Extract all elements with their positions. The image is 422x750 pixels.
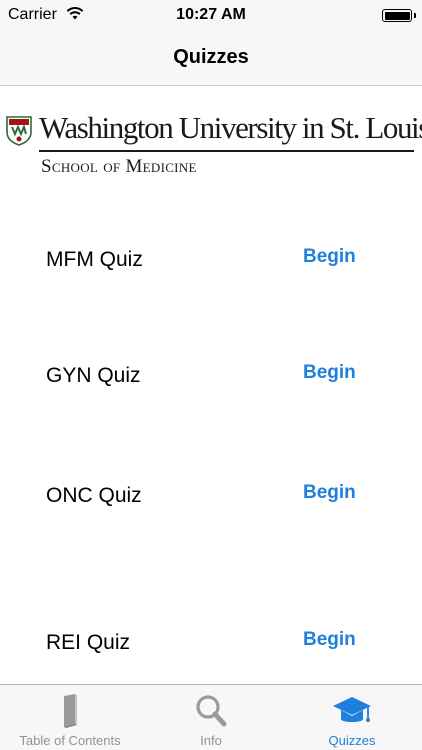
battery-level [384,11,410,20]
quiz-label: ONC Quiz [46,484,142,507]
status-bar: Carrier 10:27 AM [0,0,422,30]
quiz-label: MFM Quiz [46,248,143,271]
battery-icon [382,9,416,22]
tab-info[interactable]: Info [141,685,281,750]
tab-table-of-contents[interactable]: Table of Contents [0,685,140,750]
quiz-label: REI Quiz [46,631,131,654]
quiz-row-gyn: GYN Quiz Begin [0,354,422,398]
quiz-row-onc: ONC Quiz Begin [0,474,422,518]
tab-bar: Table of Contents Info Quizzes [0,684,422,750]
clock: 10:27 AM [176,6,246,23]
tab-quizzes[interactable]: Quizzes [282,685,422,750]
graduation-cap-icon [333,697,371,722]
begin-gyn-quiz-button[interactable]: Begin [303,362,356,384]
quiz-row-rei: REI Quiz Begin [0,621,422,665]
begin-rei-quiz-button[interactable]: Begin [303,629,356,651]
begin-onc-quiz-button[interactable]: Begin [303,482,356,504]
university-seal-icon [6,116,32,146]
quiz-label: GYN Quiz [46,364,141,387]
navigation-bar: Quizzes [0,30,422,86]
page-title: Quizzes [173,46,249,68]
magnifier-icon [196,695,227,727]
university-name: Washington University in St. Louis [39,110,422,145]
begin-mfm-quiz-button[interactable]: Begin [303,246,356,268]
tab-label: Table of Contents [19,733,121,748]
tab-label: Info [200,733,222,748]
quiz-row-mfm: MFM Quiz Begin [0,238,422,282]
university-logo: Washington University in St. Louis Schoo… [6,110,422,180]
tab-label: Quizzes [328,733,376,748]
book-icon [64,694,77,728]
school-name: School of Medicine [41,156,197,177]
logo-divider [39,150,414,152]
